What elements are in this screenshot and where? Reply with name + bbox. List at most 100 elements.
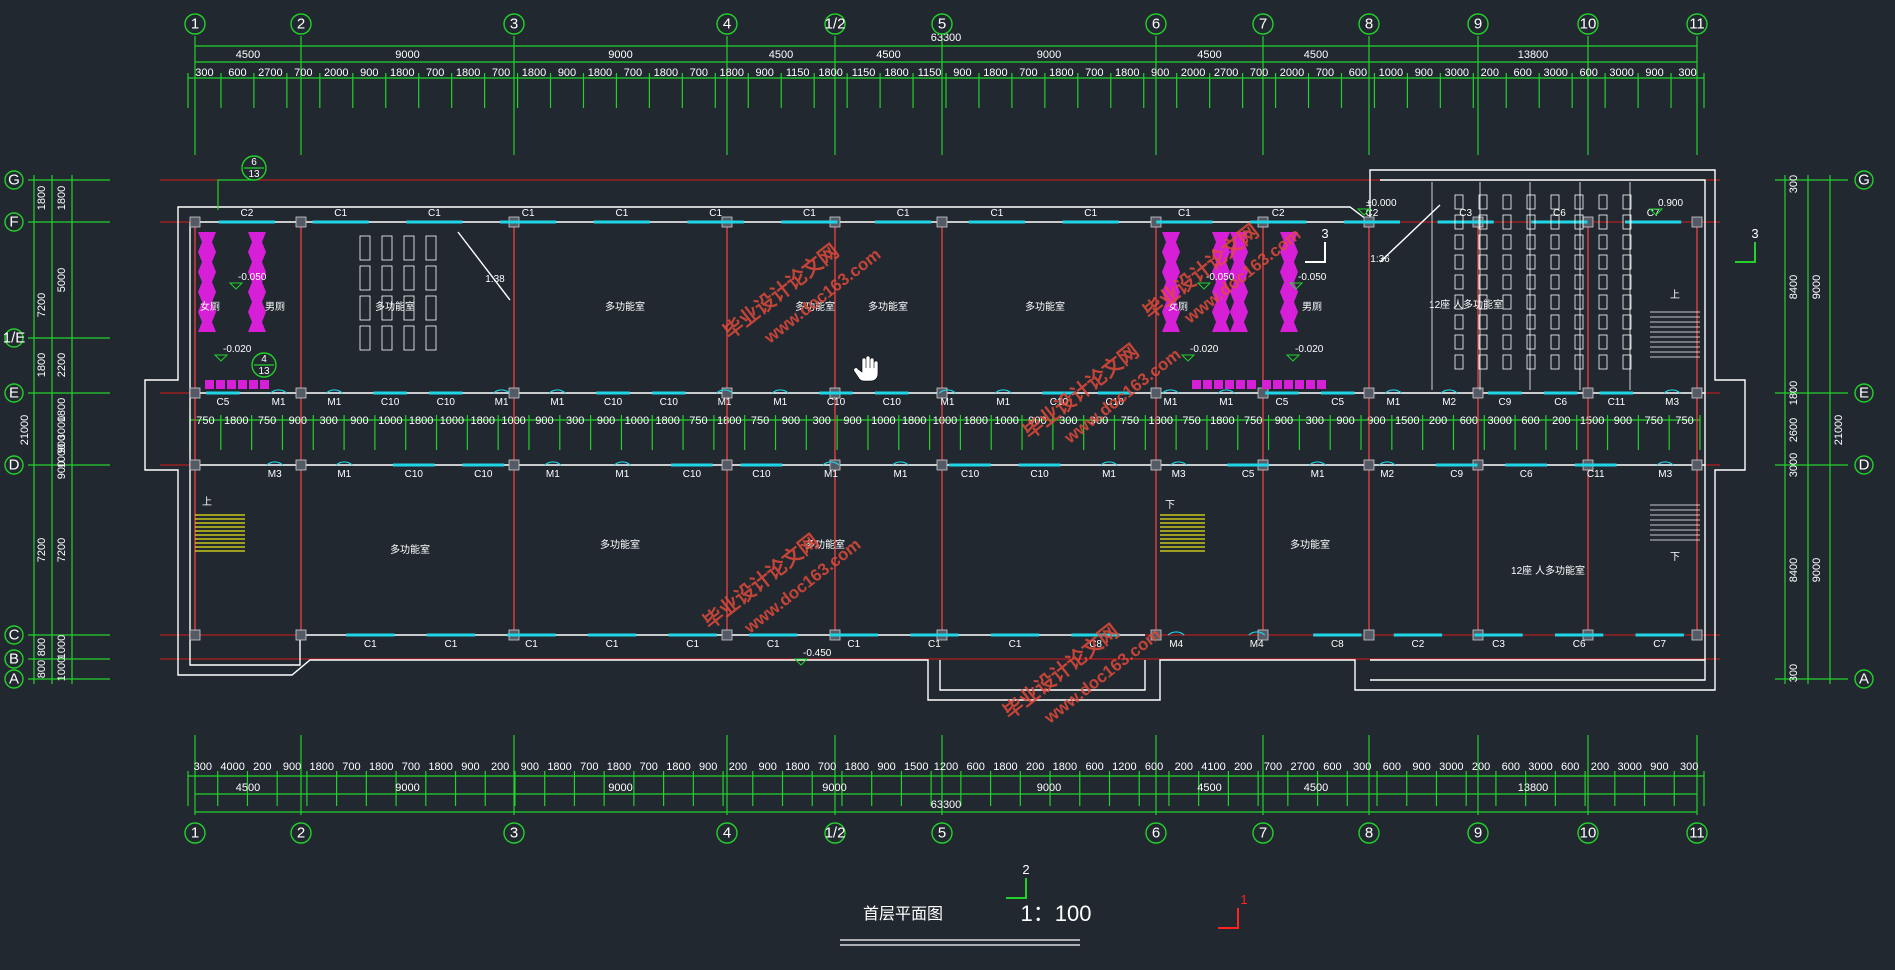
opening-label: C10 (683, 469, 702, 480)
dim-value: 750 (751, 415, 769, 427)
opening-label: C1 (1084, 208, 1097, 219)
drawing-scale: 1：100 (1021, 901, 1092, 926)
level-value: ±0.000 (1366, 198, 1397, 209)
opening-label: C5 (1242, 469, 1255, 480)
dim-value: 1800 (471, 415, 495, 427)
lecture-seat (1502, 234, 1512, 250)
opening-label: C3 (1459, 208, 1472, 219)
grid-bubble-label: 1/E (3, 330, 26, 347)
dim-value: 600 (1145, 761, 1163, 773)
dim-value: 750 (1244, 415, 1262, 427)
desk (425, 295, 437, 321)
dim-value: 1000 (378, 415, 402, 427)
grid-bubble-label: D (9, 457, 20, 474)
detail-callout-sheet: 13 (248, 169, 260, 180)
watermark: 毕业设计论文网www.doc163.com毕业设计论文网www.doc163.c… (698, 219, 1304, 728)
lecture-seat (1502, 354, 1512, 370)
stair-direction: 上 (1670, 289, 1680, 301)
dim-value: 3000 (1609, 67, 1633, 79)
opening-label: M1 (1164, 397, 1178, 408)
dim-left-total: 800 (36, 660, 48, 678)
lecture-seat (1454, 334, 1464, 350)
grid-bubble-label: 10 (1580, 825, 1597, 842)
level-value: -0.050 (238, 272, 267, 283)
dim-value: 700 (294, 67, 312, 79)
dim-value: 900 (1275, 415, 1293, 427)
grid-bubble-label: 7 (1259, 825, 1267, 842)
room-name: 女厕 (200, 300, 220, 313)
structural-column (1691, 459, 1703, 471)
dim-value: 300 (1680, 761, 1698, 773)
opening-label: M1 (941, 397, 955, 408)
dim-value: 4100 (1201, 761, 1225, 773)
desk (381, 325, 393, 351)
toilet-fixture (1230, 312, 1248, 332)
dim-value: 700 (1316, 67, 1334, 79)
grid-bubble-label: 8 (1365, 16, 1373, 33)
opening-label: C10 (604, 397, 623, 408)
desk (381, 235, 393, 261)
lecture-seat (1598, 314, 1608, 330)
dim-value: 900 (756, 67, 774, 79)
opening-label: C10 (827, 397, 846, 408)
dim-value: 700 (342, 761, 360, 773)
dim-value: 600 (1323, 761, 1341, 773)
structural-column (721, 629, 733, 641)
lecture-seat (1526, 274, 1536, 290)
lecture-seat (1526, 254, 1536, 270)
opening-label: C1 (428, 208, 441, 219)
urinal (227, 380, 236, 389)
dim-value: 750 (1675, 415, 1693, 427)
room-name: 12座 人多功能室 (1429, 298, 1503, 311)
lecture-seat (1502, 314, 1512, 330)
lecture-seat (1454, 234, 1464, 250)
dim-value: 700 (1019, 67, 1037, 79)
room-name: 多功能室 (1025, 300, 1065, 313)
detail-callout-sheet: 13 (258, 366, 270, 377)
dim-left-detail: 900 (56, 461, 68, 479)
lecture-seat (1454, 254, 1464, 270)
toilet-fixture (1280, 292, 1298, 312)
urinal (1284, 380, 1293, 389)
opening-label: C5 (1276, 397, 1289, 408)
toilet-fixture (248, 292, 266, 312)
dim-value: 1800 (409, 415, 433, 427)
structural-column (1691, 629, 1703, 641)
dim-value: 600 (1561, 761, 1579, 773)
dim-value: 200 (253, 761, 271, 773)
lecture-seat (1502, 334, 1512, 350)
opening-label: C2 (240, 208, 253, 219)
dim-value: 900 (953, 67, 971, 79)
urinal (1295, 380, 1304, 389)
lecture-seat (1550, 354, 1560, 370)
dim-value: 600 (1514, 67, 1532, 79)
dim-bay-value: 4500 (1197, 49, 1221, 61)
opening-label: C1 (709, 208, 722, 219)
dim-left-detail: 5000 (56, 268, 68, 292)
desk (425, 265, 437, 291)
opening-label: C1 (686, 639, 699, 650)
toilet-fixture (1162, 232, 1180, 252)
dim-value: 2700 (1214, 67, 1238, 79)
cad-drawing-canvas: 63300 4500 9000 9000 4500 4500 9000 4500 4500 138… (0, 0, 1895, 965)
lecture-seat (1574, 194, 1584, 210)
opening-label: C10 (961, 469, 980, 480)
level-value: -0.020 (1295, 344, 1324, 355)
grid-bubble-label: A (1859, 671, 1869, 688)
urinal (1203, 380, 1212, 389)
grid-bubble-label: G (8, 172, 20, 189)
dim-value: 900 (1367, 415, 1385, 427)
desk (359, 325, 371, 351)
lecture-seat (1550, 194, 1560, 210)
dim-value: 3000 (1439, 761, 1463, 773)
opening-label: C11 (1608, 397, 1626, 408)
dim-value: 1800 (1148, 415, 1172, 427)
lecture-seat (1598, 294, 1608, 310)
grid-bubble-label: 4 (723, 825, 731, 842)
toilet-fixture (198, 252, 216, 272)
dim-value: 900 (360, 67, 378, 79)
opening-label: C1 (606, 639, 619, 650)
toilet-fixture (1212, 312, 1230, 332)
lecture-seat (1598, 254, 1608, 270)
dim-value: 750 (258, 415, 276, 427)
